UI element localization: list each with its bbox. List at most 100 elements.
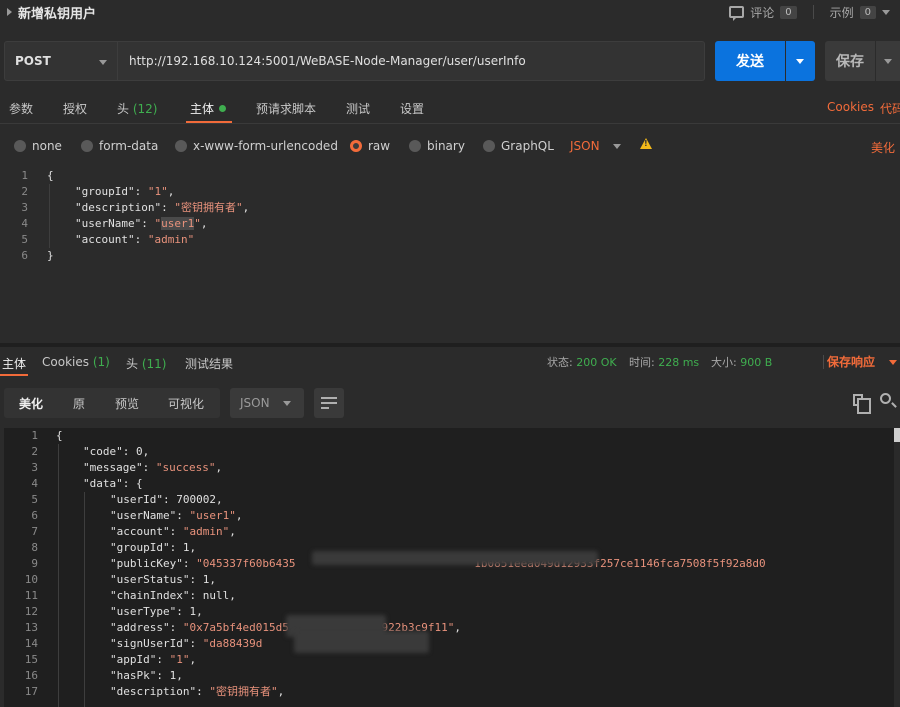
view-pretty-button[interactable]: 美化 xyxy=(19,395,43,412)
copy-icon[interactable] xyxy=(853,394,871,414)
format-chevron-down-icon[interactable] xyxy=(613,144,621,149)
code-line[interactable]: 13 "address": "0x7a5bf4ed015d5 2922b3c9f1… xyxy=(4,620,900,636)
radio-button[interactable] xyxy=(175,140,187,152)
code-token: "1" xyxy=(169,653,190,666)
request-bar: POST http://192.168.10.124:5001/WeBASE-N… xyxy=(0,38,900,84)
code-line[interactable]: 5 "account": "admin" xyxy=(0,232,900,248)
tab-tests[interactable]: 测试 xyxy=(346,100,370,117)
view-visualize-button[interactable]: 可视化 xyxy=(168,395,204,412)
beautify-link[interactable]: 美化 xyxy=(871,139,895,156)
code-token: "userName" xyxy=(110,509,177,522)
code-token: , xyxy=(242,201,250,214)
code-token: "da88439d xyxy=(202,637,263,650)
code-token: "groupId" xyxy=(75,185,135,198)
save-response-button[interactable]: 保存响应 xyxy=(827,353,875,370)
examples-label[interactable]: 示例 xyxy=(830,4,854,21)
tab-body[interactable]: 主体 xyxy=(190,100,227,117)
code-line[interactable]: 7 "account": "admin", xyxy=(4,524,900,540)
radio-form-data[interactable]: form-data xyxy=(81,139,158,153)
tab-pre-request-script[interactable]: 预请求脚本 xyxy=(256,100,316,117)
code-token: : xyxy=(169,621,183,634)
code-line[interactable]: 1{ xyxy=(4,428,900,444)
code-line[interactable]: 3 "description": "密钥拥有者", xyxy=(0,200,900,216)
wrap-lines-button[interactable] xyxy=(314,388,344,418)
divider xyxy=(823,355,824,369)
code-line[interactable]: 11 "chainIndex": null, xyxy=(4,588,900,604)
code-line[interactable]: 4 "data": { xyxy=(4,476,900,492)
code-line[interactable]: 4 "userName": "user1", xyxy=(0,216,900,232)
method-value: POST xyxy=(15,54,51,68)
code-line[interactable]: 6} xyxy=(0,248,900,264)
line-number: 17 xyxy=(24,685,38,698)
request-body-editor[interactable]: 1{2 "groupId": "1", 3 "description": "密钥拥有者… xyxy=(0,166,900,342)
save-options-button[interactable] xyxy=(876,41,900,81)
resp-tab-test-results[interactable]: 测试结果 xyxy=(185,355,233,372)
code-line[interactable]: 17 "description": "密钥拥有者", xyxy=(4,684,900,700)
save-button[interactable]: 保存 xyxy=(825,41,875,81)
code-line[interactable]: 12 "userType": 1, xyxy=(4,604,900,620)
radio-urlencoded[interactable]: x-www-form-urlencoded xyxy=(175,139,338,153)
status-value[interactable]: 200 OK xyxy=(576,356,616,369)
code-line[interactable]: 2 "groupId": "1", xyxy=(0,184,900,200)
code-line[interactable]: 1{ xyxy=(0,168,900,184)
code-text: "code": 0, xyxy=(83,444,149,460)
comments-label[interactable]: 评论 xyxy=(750,4,774,21)
line-number: 4 xyxy=(21,217,28,230)
size-value[interactable]: 900 B xyxy=(740,356,772,369)
cookies-link[interactable]: Cookies xyxy=(827,100,874,114)
view-preview-button[interactable]: 预览 xyxy=(115,395,139,412)
tab-params[interactable]: 参数 xyxy=(9,100,33,117)
resp-tab-body[interactable]: 主体 xyxy=(2,355,26,372)
radio-button-selected[interactable] xyxy=(350,140,362,152)
response-format-select[interactable]: JSON xyxy=(230,388,304,418)
code-token: "data" xyxy=(83,477,123,490)
url-input[interactable]: http://192.168.10.124:5001/WeBASE-Node-M… xyxy=(118,41,705,81)
radio-button[interactable] xyxy=(14,140,26,152)
send-options-button[interactable] xyxy=(786,41,815,81)
examples-chevron-down-icon[interactable] xyxy=(882,9,890,15)
radio-button[interactable] xyxy=(483,140,495,152)
search-icon[interactable] xyxy=(880,393,891,404)
time-readout: 时间: 228 ms xyxy=(629,354,699,370)
radio-raw[interactable]: raw xyxy=(350,139,390,153)
radio-button[interactable] xyxy=(81,140,93,152)
line-number: 7 xyxy=(31,525,38,538)
tab-auth[interactable]: 授权 xyxy=(63,100,87,117)
code-line[interactable]: 2 "code": 0, xyxy=(4,444,900,460)
body-indicator-dot xyxy=(219,105,227,112)
response-tabs: 主体 Cookies (1) 头 (11) 测试结果 状态: 200 OK 时间… xyxy=(0,347,900,377)
radio-button[interactable] xyxy=(409,140,421,152)
warning-icon[interactable] xyxy=(640,138,652,149)
response-body-viewer[interactable]: 1{2 "code": 0, 3 "message": "success", 4 "dat… xyxy=(4,428,900,707)
save-response-chevron-down-icon[interactable] xyxy=(889,360,897,365)
send-button[interactable]: 发送 xyxy=(715,41,785,81)
code-line[interactable]: 16 "hasPk": 1, xyxy=(4,668,900,684)
code-token: "1" xyxy=(147,185,168,198)
code-text: "hasPk": 1, xyxy=(110,668,183,684)
line-number: 14 xyxy=(24,637,38,650)
resp-tab-headers[interactable]: 头 (11) xyxy=(126,355,166,372)
comment-icon[interactable] xyxy=(729,6,745,21)
code-link[interactable]: 代码 xyxy=(880,100,900,117)
headers-count: (12) xyxy=(132,102,158,116)
code-line[interactable]: 10 "userStatus": 1, xyxy=(4,572,900,588)
code-line[interactable]: 14"signUserId": "da88439d 9ebddc", xyxy=(4,636,900,652)
tab-headers[interactable]: 头 (12) xyxy=(117,100,157,117)
view-raw-button[interactable]: 原 xyxy=(73,395,85,412)
code-line[interactable]: 5 "userId": 700002, xyxy=(4,492,900,508)
code-line[interactable]: 15 "appId": "1", xyxy=(4,652,900,668)
wrap-icon xyxy=(321,402,337,404)
radio-none[interactable]: none xyxy=(14,139,62,153)
raw-format-select[interactable]: JSON xyxy=(570,139,600,153)
request-name[interactable]: 新增私钥用户 xyxy=(18,3,96,22)
tab-settings[interactable]: 设置 xyxy=(400,100,424,117)
code-line[interactable]: 3 "message": "success", xyxy=(4,460,900,476)
method-select[interactable]: POST xyxy=(4,41,118,81)
time-value[interactable]: 228 ms xyxy=(658,356,699,369)
line-number: 11 xyxy=(24,589,38,602)
radio-graphql[interactable]: GraphQL xyxy=(483,139,554,153)
code-line[interactable]: 6 "userName": "user1", xyxy=(4,508,900,524)
collapse-caret-icon[interactable] xyxy=(7,8,12,16)
radio-binary[interactable]: binary xyxy=(409,139,465,153)
resp-tab-cookies[interactable]: Cookies (1) xyxy=(42,355,110,369)
